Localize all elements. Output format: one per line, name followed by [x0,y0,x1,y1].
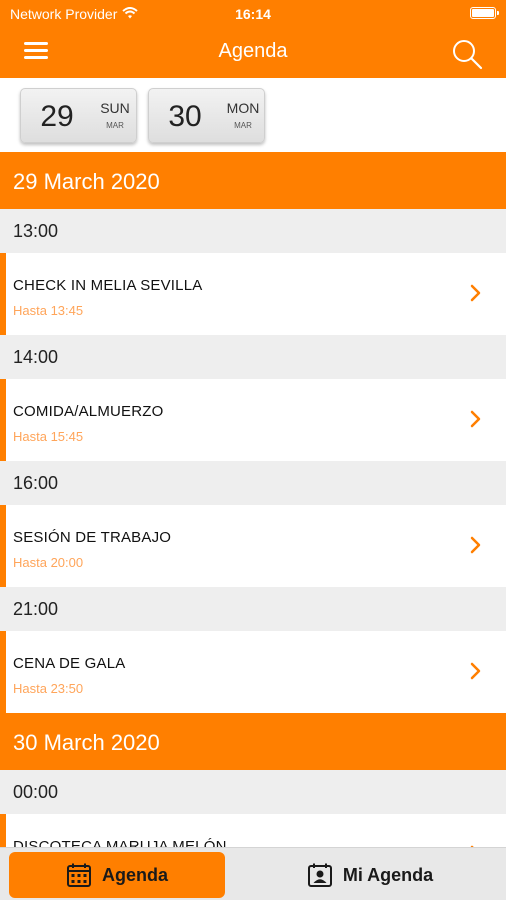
event-row[interactable]: SESIÓN DE TRABAJO Hasta 20:00 [0,505,506,587]
event-name: SESIÓN DE TRABAJO [13,529,172,546]
status-bar: Network Provider 16:14 [0,0,506,27]
time-header: 16:00 [0,461,506,505]
event-row[interactable]: COMIDA/ALMUERZO Hasta 15:45 [0,379,506,461]
event-end-time: Hasta 15:45 [13,429,84,444]
event-end-time: Hasta 13:45 [13,303,84,318]
date-weekday: MON [226,100,260,116]
event-row[interactable]: CENA DE GALA Hasta 23:50 [0,631,506,713]
tab-mi-agenda-label: Mi Agenda [342,864,434,885]
time-header: 14:00 [0,335,506,379]
event-row[interactable]: DISCOTECA MARUJA MELÓN [0,814,506,847]
date-card-29[interactable]: 29 SUN MAR [20,88,137,143]
nav-bar: Agenda [0,27,506,78]
time-header: 13:00 [0,209,506,253]
personal-calendar-icon [307,863,332,887]
date-selector: 29 SUN MAR 30 MON MAR [0,78,506,152]
event-name: CENA DE GALA [13,655,126,672]
battery-icon [470,7,499,19]
tab-bar: Agenda Mi Agenda [0,847,506,900]
tab-agenda-label: Agenda [101,864,168,885]
event-row[interactable]: CHECK IN MELIA SEVILLA Hasta 13:45 [0,253,506,335]
event-name: COMIDA/ALMUERZO [13,403,164,420]
event-name: DISCOTECA MARUJA MELÓN [13,838,227,847]
date-weekday: SUN [100,100,130,116]
chevron-right-icon [470,536,481,554]
chevron-right-icon [470,284,481,302]
time-header: 00:00 [0,770,506,814]
calendar-icon [66,863,91,887]
date-month: MAR [106,121,124,130]
tab-agenda[interactable]: Agenda [9,852,225,898]
status-time: 16:14 [235,6,271,22]
event-end-time: Hasta 20:00 [13,555,84,570]
page-title: Agenda [218,40,288,62]
date-number: 29 [40,100,74,133]
search-icon[interactable] [450,37,484,71]
event-end-time: Hasta 23:50 [13,681,84,696]
date-card-30[interactable]: 30 MON MAR [148,88,265,143]
tab-mi-agenda[interactable]: Mi Agenda [262,852,478,898]
time-header: 21:00 [0,587,506,631]
day-header: 30 March 2020 [0,713,506,770]
day-header: 29 March 2020 [0,152,506,209]
date-number: 30 [168,100,202,133]
chevron-right-icon [470,410,481,428]
agenda-list[interactable]: 29 March 2020 13:00 CHECK IN MELIA SEVIL… [0,152,506,847]
event-name: CHECK IN MELIA SEVILLA [13,277,203,294]
date-month: MAR [234,121,252,130]
chevron-right-icon [470,662,481,680]
